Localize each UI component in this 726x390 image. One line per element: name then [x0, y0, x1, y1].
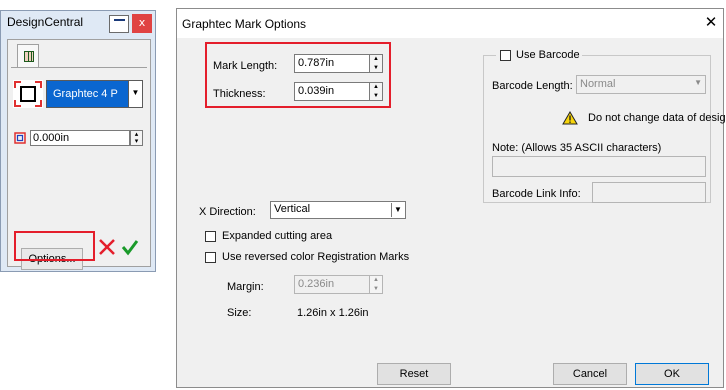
barcode-note-input[interactable] [492, 156, 706, 177]
x-direction-label: X Direction: [199, 206, 256, 218]
cancel-button[interactable]: Cancel [553, 363, 627, 385]
offset-icon [14, 132, 26, 144]
warning-icon [562, 111, 578, 125]
registration-mark-icon [13, 80, 43, 108]
barcode-group: Use Barcode Barcode Length: Normal ▼ Do … [483, 49, 726, 203]
thickness-spinner[interactable]: ▲ ▼ [369, 82, 383, 101]
offset-spinner[interactable]: ▴ ▾ [130, 130, 143, 146]
dialog-title: Graphtec Mark Options [182, 17, 307, 31]
barcode-group-header: Use Barcode [496, 49, 582, 63]
options-highlight-box [14, 231, 95, 261]
margin-input[interactable]: 0.236in [294, 275, 370, 294]
thickness-input[interactable]: 0.039in [294, 82, 370, 101]
mark-length-spinner[interactable]: ▲ ▼ [369, 54, 383, 73]
minimize-button[interactable] [109, 15, 129, 33]
barcode-link-input[interactable] [592, 182, 706, 203]
barcode-warning-text: Do not change data of design [588, 112, 726, 124]
offset-input[interactable]: 0.000in [30, 130, 130, 146]
table-icon [24, 51, 34, 62]
barcode-link-label: Barcode Link Info: [492, 188, 581, 200]
apply-check-icon[interactable] [121, 238, 139, 256]
expanded-cutting-checkbox[interactable] [205, 231, 216, 242]
x-direction-select[interactable]: Vertical ▼ [270, 201, 406, 219]
cancel-x-icon[interactable] [98, 238, 116, 256]
dialog-titlebar: Graphtec Mark Options ✕ [177, 9, 723, 38]
panel-close-button[interactable]: x [132, 14, 152, 33]
barcode-length-value: Normal [580, 78, 616, 90]
thickness-label: Thickness: [213, 88, 266, 100]
device-select-value: Graphtec 4 P [53, 88, 118, 100]
barcode-length-select[interactable]: Normal ▼ [576, 75, 706, 94]
chevron-down-icon[interactable]: ▼ [391, 203, 404, 217]
reversed-color-label: Use reversed color Registration Marks [222, 251, 410, 263]
size-value: 1.26in x 1.26in [297, 307, 369, 319]
tab-marks[interactable] [17, 44, 39, 68]
panel-title: DesignCentral [7, 15, 84, 29]
barcode-length-label: Barcode Length: [492, 80, 573, 92]
use-barcode-checkbox[interactable] [500, 50, 511, 61]
x-direction-value: Vertical [274, 203, 311, 215]
size-label: Size: [227, 307, 252, 319]
margin-label: Margin: [227, 281, 264, 293]
expanded-cutting-label: Expanded cutting area [222, 230, 333, 242]
device-select[interactable]: Graphtec 4 P ▼ [46, 80, 143, 108]
ok-button[interactable]: OK [635, 363, 709, 385]
mark-length-input[interactable]: 0.787in [294, 54, 370, 73]
chevron-down-icon[interactable]: ▼ [128, 81, 142, 107]
close-icon[interactable]: ✕ [703, 13, 719, 31]
mark-square [20, 86, 36, 102]
graphtec-mark-options-dialog: Graphtec Mark Options ✕ Mark Length: 0.7… [176, 8, 726, 388]
tab-divider [11, 67, 147, 68]
use-barcode-label: Use Barcode [516, 49, 580, 61]
reversed-color-checkbox[interactable] [205, 252, 216, 263]
mark-length-label: Mark Length: [213, 60, 278, 72]
chevron-down-icon: ▼ [694, 78, 702, 87]
reset-button[interactable]: Reset [377, 363, 451, 385]
barcode-note-label: Note: (Allows 35 ASCII characters) [492, 142, 662, 154]
margin-spinner[interactable]: ▲ ▼ [369, 275, 383, 294]
